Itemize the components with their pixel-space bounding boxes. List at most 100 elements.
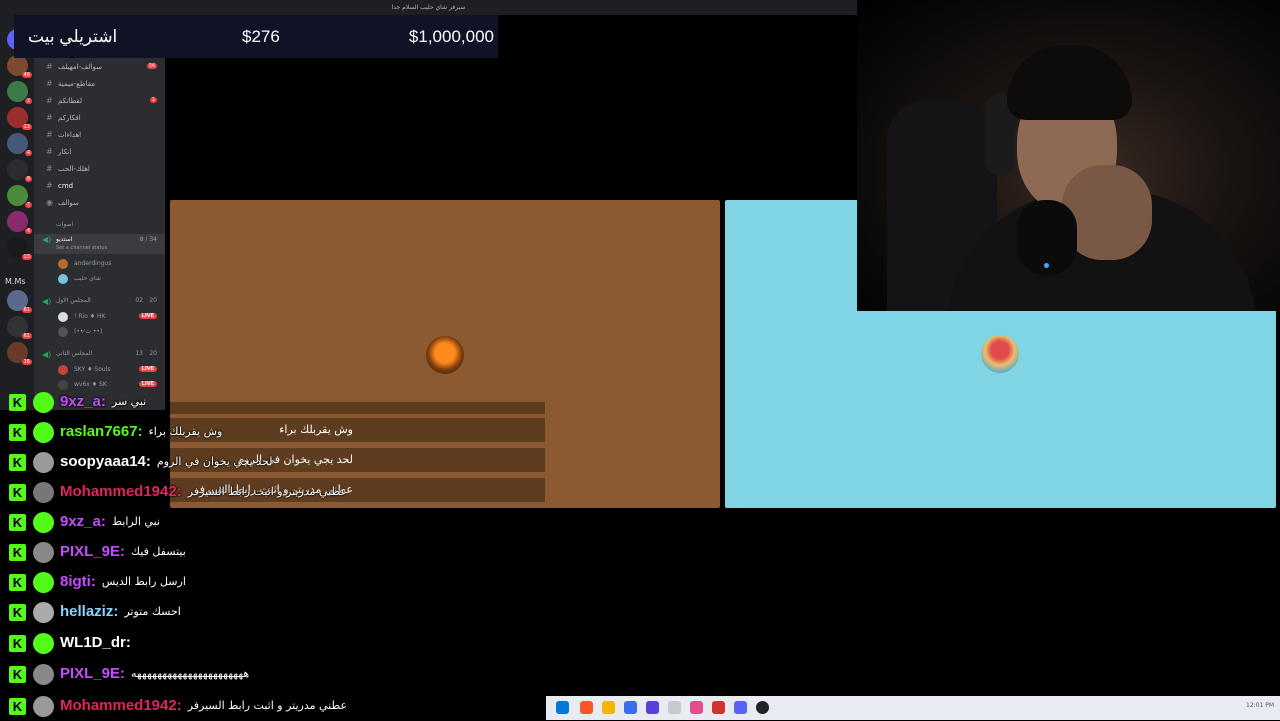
voice-member[interactable]: (•• ت̷ ••) bbox=[52, 326, 165, 339]
chat-username[interactable]: PIXL_9E: bbox=[60, 665, 125, 682]
avatar bbox=[58, 365, 68, 375]
kick-logo-icon: K bbox=[9, 604, 26, 621]
server-icon[interactable]: 16 bbox=[7, 342, 32, 365]
server-icon[interactable]: 61 bbox=[7, 316, 32, 339]
avatar bbox=[33, 512, 54, 533]
app-icon[interactable] bbox=[646, 701, 659, 714]
obs-icon[interactable] bbox=[756, 701, 769, 714]
chat-message: Ksoopyaaa14: لحد يجي يخوان في الروم bbox=[0, 449, 560, 477]
channel-item[interactable]: # cmd bbox=[34, 180, 165, 194]
server-rail: 46 48 2 13 4 8 7 4 13 M.Ms 61 61 16 bbox=[0, 15, 34, 410]
app-icon[interactable] bbox=[668, 701, 681, 714]
server-icon[interactable]: 4 bbox=[7, 211, 32, 234]
brave-icon[interactable] bbox=[580, 701, 593, 714]
voice-member[interactable]: شاي حليب bbox=[52, 273, 165, 286]
target-item-name: اشتريلي بيت bbox=[28, 27, 118, 46]
avatar bbox=[58, 259, 68, 269]
kick-logo-icon: K bbox=[9, 635, 26, 652]
hash-icon: # bbox=[46, 147, 53, 156]
goal-score: $1,000,000 bbox=[408, 27, 494, 46]
chat-username[interactable]: Mohammed1942: bbox=[60, 697, 182, 714]
kick-logo-icon: K bbox=[9, 484, 26, 501]
channel-item[interactable]: # سوالف-امهيلف 34 bbox=[34, 61, 165, 75]
speaker-icon: ◀) bbox=[42, 297, 52, 306]
speaker-icon: ◀) bbox=[42, 235, 52, 244]
chat-text: نبي الرابط bbox=[111, 515, 160, 528]
voice-member[interactable]: anderdingus bbox=[52, 258, 165, 271]
avatar bbox=[58, 327, 68, 337]
chat-username[interactable]: raslan7667: bbox=[60, 423, 143, 440]
chat-message: Khellaziz: احسك متوتر bbox=[0, 599, 560, 627]
app-icon[interactable] bbox=[690, 701, 703, 714]
hash-icon: # bbox=[46, 181, 53, 190]
server-icon[interactable]: 7 bbox=[7, 185, 32, 208]
chat-username[interactable]: 8igti: bbox=[60, 573, 96, 590]
chat-message: K PIXL_9E: ههههههههههههههههههههههه bbox=[0, 661, 560, 689]
chat-username[interactable]: 9xz_a: bbox=[60, 393, 106, 410]
voice-member[interactable]: SKY ♦ Souls LIVE bbox=[52, 364, 165, 377]
kick-logo-icon: K bbox=[9, 666, 26, 683]
chat-text: وش يقربلك براء bbox=[148, 425, 223, 438]
chat-message: Kraslan7667: وش يقربلك براء bbox=[0, 419, 560, 447]
kick-logo-icon: K bbox=[9, 544, 26, 561]
chat-username[interactable]: WL1D_dr: bbox=[60, 634, 131, 651]
avatar bbox=[33, 696, 54, 717]
app-icon[interactable] bbox=[712, 701, 725, 714]
channel-item[interactable]: # افكاركم bbox=[34, 112, 165, 126]
chat-text: عطني مدريتر و اثبت رابط السيرفر bbox=[187, 485, 348, 498]
webcam-feed bbox=[857, 0, 1280, 311]
chat-text: نبي سر bbox=[111, 395, 147, 408]
mic-led bbox=[1044, 263, 1049, 268]
avatar bbox=[58, 312, 68, 322]
voice-channel-1[interactable]: ◀) المجلس الاول 02 20 bbox=[34, 297, 165, 309]
server-icon[interactable]: 2 bbox=[7, 81, 32, 104]
voice-member[interactable]: ! Rio ♦ HK LIVE bbox=[52, 311, 165, 324]
chat-text: لحد يجي يخوان في الروم bbox=[156, 455, 273, 468]
hash-icon: # bbox=[46, 79, 53, 88]
player-avatar-right bbox=[981, 335, 1019, 373]
chat-message: K Mohammed1942: عطني مدريتر و اثبت رابط ال… bbox=[0, 479, 560, 507]
current-score: $276 bbox=[242, 27, 280, 46]
kick-logo-icon: K bbox=[9, 454, 26, 471]
server-icon[interactable]: 4 bbox=[7, 133, 32, 156]
voice-channel-2[interactable]: ◀) المجلس الثاني 13 20 bbox=[34, 350, 165, 362]
streamer-hair bbox=[1007, 45, 1132, 120]
window-title: سيرفر شاي حليب السلام جدا bbox=[0, 0, 857, 15]
chat-text: عطني مدريتر و اثبت رابط السيرفر bbox=[187, 699, 348, 712]
chat-username[interactable]: Mohammed1942: bbox=[60, 483, 182, 500]
folder-icon[interactable] bbox=[602, 701, 615, 714]
chat-text: ارسل رابط الديس bbox=[101, 575, 186, 588]
chat-message: K 9xz_a: نبي سر bbox=[0, 389, 560, 417]
channel-item[interactable]: # اهداءات bbox=[34, 129, 165, 143]
server-icon[interactable]: 13 bbox=[7, 237, 32, 260]
server-icon[interactable]: 61 bbox=[7, 290, 32, 313]
avatar bbox=[33, 482, 54, 503]
chat-username[interactable]: PIXL_9E: bbox=[60, 543, 125, 560]
server-icon[interactable]: 8 bbox=[7, 159, 32, 182]
hash-icon: # bbox=[46, 113, 53, 122]
server-icon[interactable]: 48 bbox=[7, 55, 32, 78]
channel-item[interactable]: # لقطاتكم 1 bbox=[34, 95, 165, 109]
store-icon[interactable] bbox=[624, 701, 637, 714]
score-bar: اشتريلي بيت $276 $1,000,000 bbox=[14, 15, 498, 58]
channel-item[interactable]: # انكار bbox=[34, 146, 165, 160]
channel-item[interactable]: ◉ سوالف bbox=[34, 197, 165, 211]
discord-icon[interactable] bbox=[734, 701, 747, 714]
chat-message: K WL1D_dr: bbox=[0, 630, 560, 658]
server-label-mms: M.Ms bbox=[5, 277, 26, 286]
chat-username[interactable]: hellaziz: bbox=[60, 603, 118, 620]
chat-username[interactable]: 9xz_a: bbox=[60, 513, 106, 530]
chat-message: K Mohammed1942: عطني مدريتر و اثبت رابط ال… bbox=[0, 693, 560, 721]
avatar bbox=[33, 392, 54, 413]
channel-item[interactable]: # مقاطع-ميمية bbox=[34, 78, 165, 92]
start-icon[interactable] bbox=[556, 701, 569, 714]
chat-text: احسك متوتر bbox=[124, 605, 181, 618]
hash-icon: # bbox=[46, 96, 53, 105]
voice-channel-main[interactable]: ◀) استديو 8 / 34 Set a channel status bbox=[34, 234, 165, 254]
server-icon[interactable]: 13 bbox=[7, 107, 32, 130]
taskbar: 12:01 PM bbox=[546, 696, 1280, 720]
player-avatar-left bbox=[426, 336, 464, 374]
chat-username[interactable]: soopyaaa14: bbox=[60, 453, 151, 470]
avatar bbox=[33, 633, 54, 654]
channel-item[interactable]: # اهلك-الحب bbox=[34, 163, 165, 177]
